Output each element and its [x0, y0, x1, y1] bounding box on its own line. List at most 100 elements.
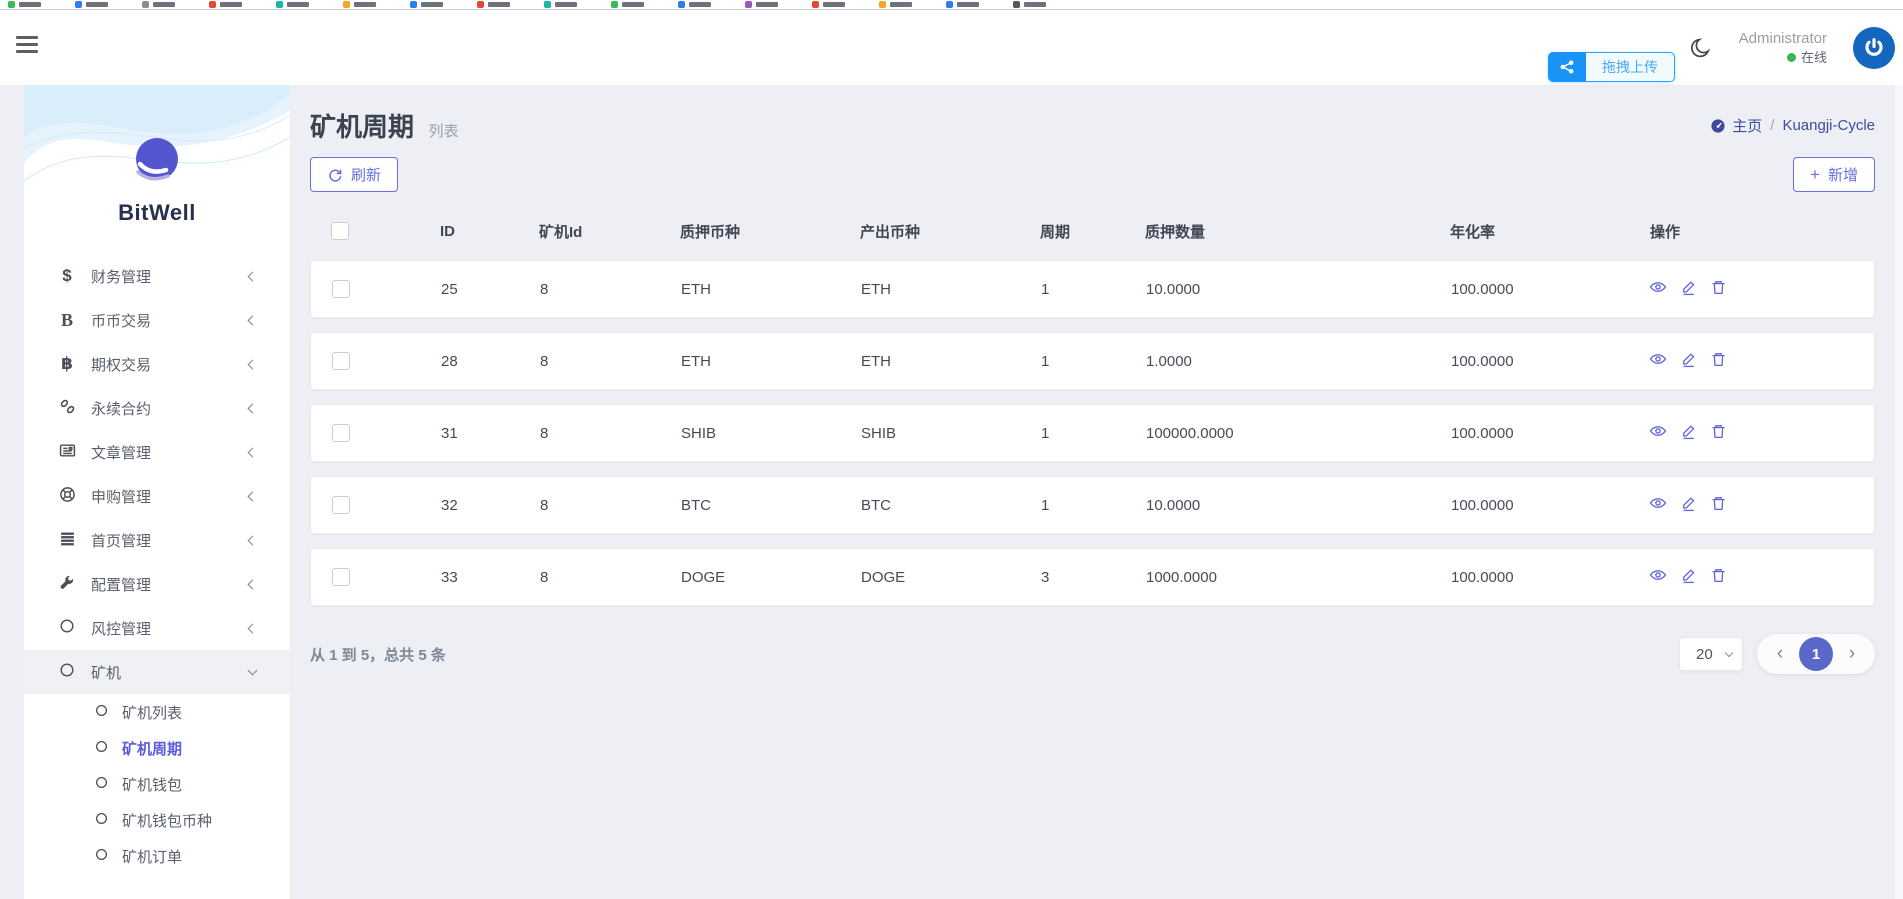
dollar-icon: $	[62, 266, 71, 286]
bookmark-item[interactable]	[1013, 0, 1046, 9]
sidebar-item-miner-cycle[interactable]: 矿机周期	[24, 730, 290, 766]
sidebar-item-miner-wallet[interactable]: 矿机钱包	[24, 766, 290, 802]
prev-page-button[interactable]: ‹	[1769, 643, 1791, 665]
trash-icon	[1710, 279, 1727, 300]
sidebar-item-config[interactable]: 配置管理	[24, 562, 290, 606]
dark-mode-toggle[interactable]	[1689, 36, 1713, 60]
sidebar-item-spot-trade[interactable]: B币币交易	[24, 298, 290, 342]
bookmark-item[interactable]	[745, 0, 778, 9]
coin-b-icon: B	[61, 310, 73, 331]
bookmark-item[interactable]	[410, 0, 443, 9]
delete-button[interactable]	[1709, 424, 1727, 442]
column-header: 年化率	[1430, 221, 1630, 242]
bookmark-item[interactable]	[209, 0, 242, 9]
page-subtitle: 列表	[428, 123, 458, 140]
add-button[interactable]: + 新增	[1793, 157, 1875, 192]
sidebar-item-finance[interactable]: $财务管理	[24, 254, 290, 298]
sidebar-item-miner-list[interactable]: 矿机列表	[24, 694, 290, 730]
sidebar-item-miner-orders[interactable]: 矿机订单	[24, 838, 290, 874]
table-cell: 8	[520, 425, 661, 442]
row-actions	[1631, 280, 1874, 298]
edit-button[interactable]	[1679, 568, 1697, 586]
edit-button[interactable]	[1679, 280, 1697, 298]
delete-button[interactable]	[1709, 496, 1727, 514]
table-cell: 8	[520, 353, 661, 370]
table-cell: ETH	[661, 353, 841, 370]
sidebar-item-articles[interactable]: 文章管理	[24, 430, 290, 474]
chevron-left-icon	[248, 623, 258, 633]
delete-button[interactable]	[1709, 352, 1727, 370]
sidebar-item-homepage[interactable]: 首页管理	[24, 518, 290, 562]
row-checkbox[interactable]	[332, 496, 350, 514]
bookmark-item[interactable]	[678, 0, 711, 9]
user-avatar[interactable]	[1853, 27, 1895, 69]
sidebar-item-miner-wallet-coin[interactable]: 矿机钱包币种	[24, 802, 290, 838]
view-button[interactable]	[1649, 352, 1667, 370]
drag-upload-button[interactable]: 拖拽上传	[1548, 52, 1675, 82]
bookmark-item[interactable]	[946, 0, 979, 9]
edit-button[interactable]	[1679, 352, 1697, 370]
bookmark-item[interactable]	[276, 0, 309, 9]
bookmark-label	[1024, 2, 1046, 7]
sidebar-item-options-trade[interactable]: ฿期权交易	[24, 342, 290, 386]
delete-button[interactable]	[1709, 280, 1727, 298]
breadcrumb-home-link[interactable]: 主页	[1710, 115, 1762, 136]
view-button[interactable]	[1649, 496, 1667, 514]
sidebar-item-risk[interactable]: 风控管理	[24, 606, 290, 650]
sidebar-item-miner[interactable]: 矿机	[24, 650, 290, 694]
bookmark-favicon	[477, 1, 484, 8]
table-cell: 32	[421, 497, 520, 514]
bookmark-item[interactable]	[75, 0, 108, 9]
delete-button[interactable]	[1709, 568, 1727, 586]
trash-icon	[1710, 351, 1727, 372]
chevron-left-icon	[248, 403, 258, 413]
sidebar-item-label: 矿机钱包币种	[122, 810, 212, 831]
table-cell: 10.0000	[1126, 497, 1431, 514]
bookmark-item[interactable]	[343, 0, 376, 9]
view-button[interactable]	[1649, 280, 1667, 298]
view-button[interactable]	[1649, 568, 1667, 586]
menu-toggle-button[interactable]	[16, 36, 38, 54]
row-checkbox[interactable]	[332, 352, 350, 370]
bookmark-favicon	[544, 1, 551, 8]
bookmark-item[interactable]	[879, 0, 912, 9]
table-cell: 1.0000	[1126, 353, 1431, 370]
column-header: 矿机Id	[519, 221, 660, 242]
edit-button[interactable]	[1679, 496, 1697, 514]
current-page-button[interactable]: 1	[1799, 637, 1833, 671]
refresh-button[interactable]: 刷新	[310, 157, 398, 192]
page-size-select[interactable]: 20	[1679, 637, 1743, 671]
bookmark-item[interactable]	[544, 0, 577, 9]
table-cell: 1	[1021, 497, 1126, 514]
browser-bookmarks-bar[interactable]	[0, 0, 1903, 10]
table-cell: 10.0000	[1126, 281, 1431, 298]
table-cell: SHIB	[841, 425, 1021, 442]
bookmark-item[interactable]	[477, 0, 510, 9]
user-meta[interactable]: Administrator 在线	[1739, 29, 1827, 67]
scrollbar-track[interactable]	[1895, 85, 1903, 899]
sidebar-item-subscription[interactable]: 申购管理	[24, 474, 290, 518]
table-row: 258ETHETH110.0000100.0000	[310, 260, 1875, 318]
row-checkbox[interactable]	[332, 280, 350, 298]
row-checkbox[interactable]	[332, 424, 350, 442]
column-header: 质押数量	[1125, 221, 1430, 242]
column-header: 质押币种	[660, 221, 840, 242]
sidebar-item-perpetual[interactable]: 永续合约	[24, 386, 290, 430]
bookmark-item[interactable]	[812, 0, 845, 9]
bookmark-label	[19, 2, 41, 7]
edit-button[interactable]	[1679, 424, 1697, 442]
edit-icon	[1680, 423, 1697, 444]
chevron-left-icon	[248, 315, 258, 325]
view-button[interactable]	[1649, 424, 1667, 442]
next-page-button[interactable]: ›	[1841, 643, 1863, 665]
online-status-dot	[1787, 53, 1796, 62]
select-all-checkbox[interactable]	[331, 222, 349, 240]
bookmark-item[interactable]	[611, 0, 644, 9]
table-row: 318SHIBSHIB1100000.0000100.0000	[310, 404, 1875, 462]
bookmark-item[interactable]	[142, 0, 175, 9]
newspaper-icon	[59, 442, 76, 463]
bookmark-item[interactable]	[8, 0, 41, 9]
page-title: 矿机周期	[310, 112, 414, 142]
row-checkbox[interactable]	[332, 568, 350, 586]
table-cell: 100.0000	[1431, 425, 1631, 442]
